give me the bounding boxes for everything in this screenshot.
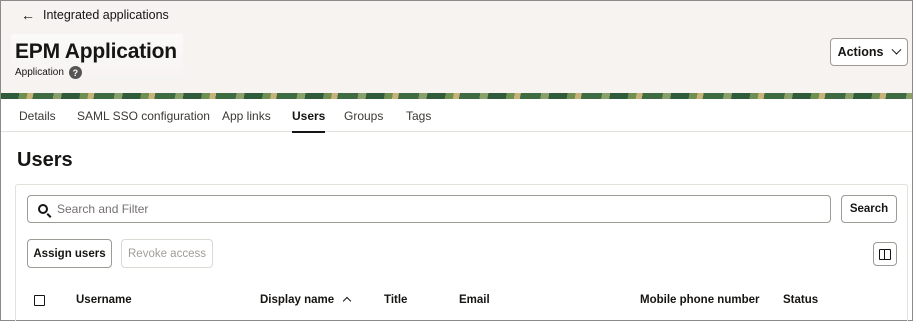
search-icon (38, 204, 48, 214)
subtitle: Application ? (15, 66, 177, 79)
subtitle-label: Application (15, 67, 64, 78)
column-header-email[interactable]: Email (459, 294, 490, 306)
columns-icon (879, 248, 891, 260)
tab-bar: Details SAML SSO configuration App links… (1, 99, 912, 133)
column-header-status[interactable]: Status (783, 294, 818, 306)
column-header-username[interactable]: Username (76, 294, 132, 306)
column-header-title[interactable]: Title (384, 294, 407, 306)
tab-saml-sso-configuration[interactable]: SAML SSO configuration (77, 109, 210, 123)
chevron-down-icon (891, 44, 902, 55)
actions-button[interactable]: Actions (830, 38, 908, 66)
search-button[interactable]: Search (841, 195, 897, 223)
arrow-left-icon: ← (21, 7, 35, 23)
sort-ascending-icon (342, 296, 352, 306)
tab-details[interactable]: Details (19, 109, 56, 123)
back-link[interactable]: ← Integrated applications (21, 8, 169, 22)
select-all-checkbox[interactable] (34, 295, 45, 306)
search-input[interactable]: Search and Filter (27, 195, 831, 223)
search-placeholder: Search and Filter (57, 202, 149, 216)
section-title: Users (17, 149, 73, 171)
column-header-display-name-label: Display name (260, 294, 335, 306)
manage-columns-button[interactable] (873, 242, 897, 266)
column-header-display-name[interactable]: Display name (260, 294, 352, 306)
tab-app-links[interactable]: App links (222, 109, 271, 123)
column-header-mobile-phone-number[interactable]: Mobile phone number (640, 294, 759, 306)
back-link-label: Integrated applications (43, 8, 169, 22)
help-icon[interactable]: ? (68, 66, 82, 79)
title-block: EPM Application Application ? (11, 34, 183, 83)
tab-tags[interactable]: Tags (406, 109, 431, 123)
assign-users-button[interactable]: Assign users (27, 239, 112, 268)
tab-groups[interactable]: Groups (344, 109, 383, 123)
actions-label: Actions (837, 45, 884, 59)
revoke-access-button: Revoke access (121, 239, 213, 268)
tab-users[interactable]: Users (292, 109, 326, 133)
page-header: ← Integrated applications EPM Applicatio… (1, 1, 912, 96)
page-title: EPM Application (15, 40, 177, 63)
